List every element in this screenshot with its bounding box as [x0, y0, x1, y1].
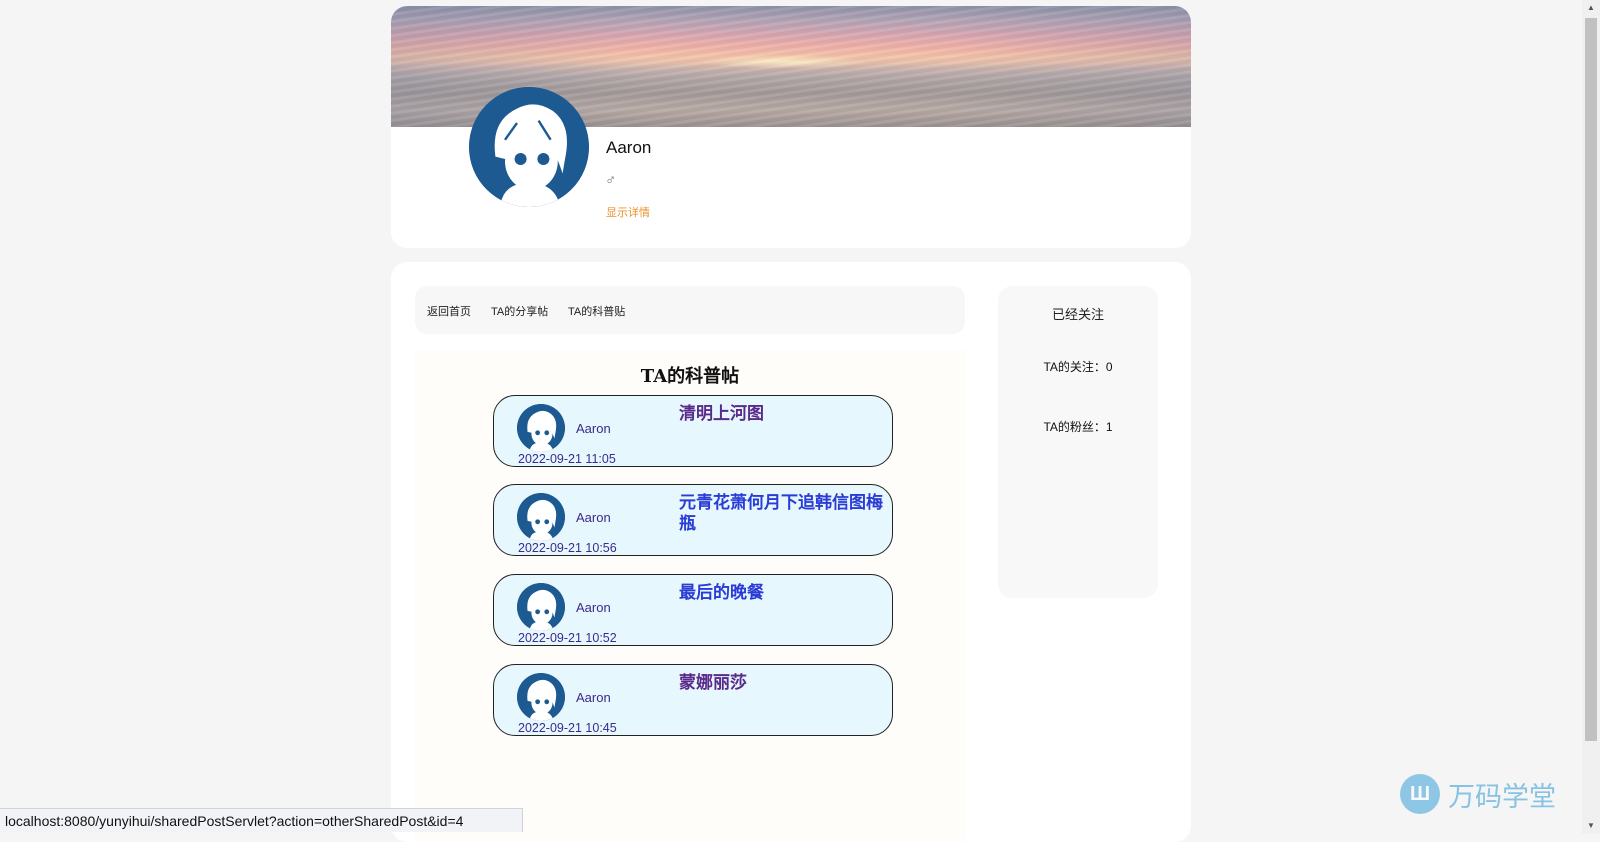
watermark: Ш 万码学堂 — [1400, 774, 1556, 814]
main-card: 返回首页 TA的分享帖 TA的科普贴 TA的科普帖 Aaron 清明上河图 20… — [391, 262, 1191, 842]
watermark-logo-icon: Ш — [1400, 774, 1440, 814]
watermark-text: 万码学堂 — [1448, 781, 1556, 812]
post-card[interactable]: Aaron 蒙娜丽莎 2022-09-21 10:45 — [493, 664, 893, 736]
post-title-link[interactable]: 最后的晚餐 — [679, 583, 894, 604]
followers-count: TA的粉丝：1 — [1043, 420, 1113, 434]
tab-back-home[interactable]: 返回首页 — [427, 303, 471, 319]
scroll-up-arrow-icon[interactable]: ▲ — [1582, 0, 1600, 16]
post-date: 2022-09-21 11:05 — [518, 452, 616, 466]
avatar — [469, 87, 589, 207]
show-details-link[interactable]: 显示详情 — [606, 204, 650, 220]
follow-panel: 已经关注 TA的关注：0 TA的粉丝：1 — [998, 286, 1158, 598]
avatar-illustration-icon — [517, 404, 565, 452]
post-author: Aaron — [576, 600, 611, 615]
post-title-link[interactable]: 蒙娜丽莎 — [679, 673, 894, 694]
avatar-illustration-icon — [517, 493, 565, 541]
status-bar-url: localhost:8080/yunyihui/sharedPostServle… — [0, 808, 523, 832]
tab-bar: 返回首页 TA的分享帖 TA的科普贴 — [415, 286, 965, 334]
avatar-illustration-icon — [469, 87, 589, 207]
scroll-down-arrow-icon[interactable]: ▼ — [1582, 818, 1600, 834]
post-author: Aaron — [576, 510, 611, 525]
page-scrollbar[interactable]: ▲ ▼ — [1582, 0, 1600, 834]
avatar — [517, 583, 565, 631]
post-title-link[interactable]: 元青花萧何月下追韩信图梅瓶 — [679, 493, 894, 535]
avatar — [517, 493, 565, 541]
post-author: Aaron — [576, 421, 611, 436]
profile-name: Aaron — [606, 138, 652, 157]
followed-button[interactable]: 已经关注 — [998, 304, 1158, 323]
post-date: 2022-09-21 10:56 — [518, 541, 617, 555]
section-title: TA的科普帖 — [640, 366, 740, 387]
avatar-illustration-icon — [517, 673, 565, 721]
post-card[interactable]: Aaron 最后的晚餐 2022-09-21 10:52 — [493, 574, 893, 646]
post-card[interactable]: Aaron 清明上河图 2022-09-21 11:05 — [493, 395, 893, 467]
following-count: TA的关注：0 — [1043, 360, 1113, 374]
post-date: 2022-09-21 10:52 — [518, 631, 617, 645]
posts-panel: TA的科普帖 Aaron 清明上河图 2022-09-21 11:05 Aaro… — [415, 350, 965, 842]
avatar-illustration-icon — [517, 583, 565, 631]
tab-science-posts[interactable]: TA的科普贴 — [568, 303, 625, 319]
post-card[interactable]: Aaron 元青花萧何月下追韩信图梅瓶 2022-09-21 10:56 — [493, 484, 893, 556]
post-author: Aaron — [576, 690, 611, 705]
post-date: 2022-09-21 10:45 — [518, 721, 617, 735]
tab-shared-posts[interactable]: TA的分享帖 — [491, 303, 548, 319]
post-title-link[interactable]: 清明上河图 — [679, 404, 894, 425]
gender-male-icon: ♂ — [605, 172, 617, 189]
avatar — [517, 673, 565, 721]
scroll-thumb[interactable] — [1585, 18, 1597, 741]
avatar — [517, 404, 565, 452]
profile-card: Aaron ♂ 显示详情 — [391, 6, 1191, 248]
